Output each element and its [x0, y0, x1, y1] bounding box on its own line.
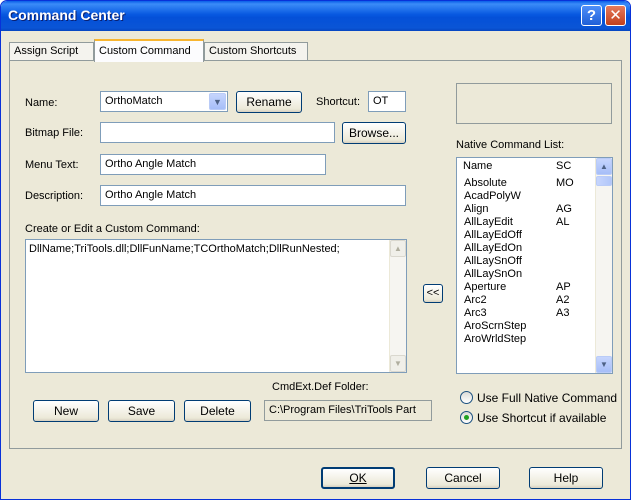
list-item[interactable]: AllLaySnOff — [464, 255, 594, 267]
list-item[interactable]: AllLayEdit AL — [464, 216, 594, 228]
editor-scrollbar[interactable]: ▲ ▼ — [389, 240, 406, 372]
list-item[interactable]: AroScrnStep — [464, 320, 594, 332]
name-label: Name: — [25, 97, 58, 109]
help-button-label: Help — [553, 471, 579, 485]
editor-label: Create or Edit a Custom Command: — [25, 223, 200, 235]
command-editor[interactable]: DllName;TriTools.dll;DllFunName;TCOrthoM… — [25, 239, 407, 373]
list-item[interactable]: AroWrldStep — [464, 333, 594, 345]
rename-button[interactable]: Rename — [236, 91, 302, 113]
cmdext-label: CmdExt.Def Folder: — [272, 381, 369, 393]
bitmap-field[interactable] — [100, 122, 335, 143]
full-native-label[interactable]: Use Full Native Command — [477, 391, 617, 405]
cancel-button[interactable]: Cancel — [426, 467, 500, 489]
custom-command-panel: Name: OrthoMatch ▼ Rename Shortcut: OT B… — [9, 60, 622, 449]
help-button[interactable]: Help — [529, 467, 603, 489]
shortcut-if-available-radio[interactable] — [460, 411, 473, 424]
bitmap-label: Bitmap File: — [25, 127, 84, 139]
list-item[interactable]: Align AG — [464, 203, 594, 215]
native-list-label: Native Command List: — [456, 139, 565, 151]
close-icon[interactable]: ✕ — [605, 5, 626, 26]
scroll-down-icon[interactable]: ▼ — [390, 355, 406, 372]
help-title-button[interactable]: ? — [581, 5, 602, 26]
description-label: Description: — [25, 190, 84, 202]
name-combobox[interactable]: OrthoMatch ▼ — [100, 91, 228, 112]
delete-button[interactable]: Delete — [184, 400, 251, 422]
cancel-button-label: Cancel — [444, 471, 482, 485]
native-list-scrollbar[interactable]: ▲ ▼ — [595, 158, 612, 373]
name-value: OrthoMatch — [105, 95, 163, 107]
scroll-down-icon[interactable]: ▼ — [596, 356, 612, 373]
shortcut-field[interactable]: OT — [368, 91, 406, 112]
full-native-radio[interactable] — [460, 391, 473, 404]
list-item[interactable]: AllLayEdOn — [464, 242, 594, 254]
list-item[interactable]: AllLaySnOn — [464, 268, 594, 280]
scroll-up-icon[interactable]: ▲ — [390, 240, 406, 257]
list-item[interactable]: AllLayEdOff — [464, 229, 594, 241]
tab-custom-command[interactable]: Custom Command — [94, 39, 204, 62]
shortcut-label: Shortcut: — [316, 96, 361, 108]
command-center-window: Command Center ? ✕ Assign Script Custom … — [0, 0, 631, 500]
list-item[interactable]: Arc3 A3 — [464, 307, 594, 319]
description-field[interactable]: Ortho Angle Match — [100, 185, 406, 206]
command-editor-text: DllName;TriTools.dll;DllFunName;TCOrthoM… — [29, 243, 340, 255]
new-button[interactable]: New — [33, 400, 99, 422]
scroll-up-icon[interactable]: ▲ — [596, 158, 612, 175]
tab-assign-script[interactable]: Assign Script — [9, 42, 94, 61]
column-sc-header[interactable]: SC — [556, 160, 571, 172]
ok-button[interactable]: OK — [321, 467, 395, 489]
title-bar[interactable]: Command Center ? ✕ — [1, 1, 630, 31]
list-item[interactable]: Aperture AP — [464, 281, 594, 293]
list-item[interactable]: Arc2 A2 — [464, 294, 594, 306]
bitmap-preview — [456, 83, 612, 124]
native-command-list[interactable]: Name SC Absolute MO AcadPolyW Align AG All… — [456, 157, 613, 374]
ok-button-label: OK — [349, 471, 367, 485]
shortcut-if-available-label[interactable]: Use Shortcut if available — [477, 411, 606, 425]
cmdext-folder-field: C:\Program Files\TriTools Part — [264, 400, 432, 421]
browse-button[interactable]: Browse... — [342, 122, 406, 144]
window-title: Command Center — [8, 7, 125, 23]
scroll-thumb[interactable] — [596, 176, 612, 186]
menu-text-label: Menu Text: — [25, 159, 79, 171]
menu-text-field[interactable]: Ortho Angle Match — [100, 154, 326, 175]
list-item[interactable]: AcadPolyW — [464, 190, 594, 202]
save-button[interactable]: Save — [108, 400, 175, 422]
tab-custom-shortcuts[interactable]: Custom Shortcuts — [204, 42, 308, 61]
chevron-down-icon[interactable]: ▼ — [209, 93, 226, 110]
copy-from-native-button[interactable]: << — [423, 284, 443, 303]
column-name-header[interactable]: Name — [463, 160, 492, 172]
list-item[interactable]: Absolute MO — [464, 177, 594, 189]
list-header: Name SC — [457, 158, 598, 174]
